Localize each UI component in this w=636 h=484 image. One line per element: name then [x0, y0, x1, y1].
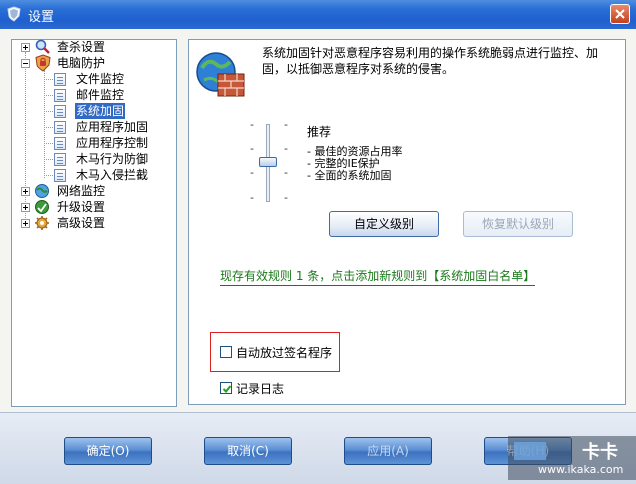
- expand-icon[interactable]: [21, 203, 30, 212]
- document-icon: [54, 137, 66, 150]
- document-icon: [54, 73, 66, 86]
- document-icon: [54, 153, 66, 166]
- watermark: 卡卡 www.ikaka.com: [508, 436, 636, 480]
- window-title: 设置: [28, 10, 55, 25]
- slider-thumb[interactable]: [259, 157, 277, 167]
- watermark-url: www.ikaka.com: [538, 463, 624, 476]
- tree-item-label: 文件监控: [76, 72, 125, 86]
- tree-item-label: 升级设置: [57, 200, 106, 214]
- ok-button[interactable]: 确定(O): [64, 437, 152, 465]
- tree-item-pc-protection[interactable]: 电脑防护: [20, 54, 170, 72]
- tree-item-update-settings[interactable]: 升级设置: [20, 199, 170, 215]
- add-whitelist-rule-link[interactable]: 现存有效规则 1 条，点击添加新规则到【系统加固白名单】: [220, 267, 536, 286]
- custom-level-button[interactable]: 自定义级别: [329, 211, 439, 237]
- tree-item-label: 应用程序加固: [76, 120, 149, 134]
- tree-connector: [44, 127, 53, 129]
- level-feature: - 全面的系统加固: [307, 169, 392, 182]
- slider-tick: -: [284, 191, 288, 204]
- hardening-description: 系统加固针对恶意程序容易利用的操作系统脆弱点进行监控、加固，以抵御恶意程序对系统…: [262, 46, 599, 76]
- tree-item-label: 查杀设置: [57, 40, 106, 54]
- apply-button[interactable]: 应用(A): [344, 437, 432, 465]
- tree-item-file-monitor[interactable]: 文件监控: [54, 71, 170, 87]
- slider-tick: -: [284, 142, 288, 155]
- update-globe-icon: [35, 200, 49, 214]
- tree-item-label: 高级设置: [57, 216, 106, 230]
- tree-item-scan-settings[interactable]: 查杀设置: [20, 39, 170, 55]
- expand-icon[interactable]: [21, 43, 30, 52]
- tree-connector: [44, 70, 46, 178]
- gear-icon: [35, 216, 49, 230]
- tree-item-system-hardening[interactable]: 系统加固: [54, 103, 170, 119]
- settings-window: 设置 查杀设置 电脑防护 文件监控 邮件监控 系统加固 应用程序加固 应用程序控…: [0, 0, 636, 484]
- slider-tick: -: [284, 166, 288, 179]
- tree-item-label: 木马入侵拦截: [76, 168, 149, 182]
- tree-item-label: 木马行为防御: [76, 152, 149, 166]
- expand-icon[interactable]: [21, 187, 30, 196]
- restore-default-button[interactable]: 恢复默认级别: [463, 211, 573, 237]
- tree-item-network-monitor[interactable]: 网络监控: [20, 183, 170, 199]
- slider-tick: -: [284, 118, 288, 131]
- tree-connector: [44, 111, 53, 113]
- magnifier-icon: [35, 39, 50, 54]
- document-icon: [54, 89, 66, 102]
- slider-tick: -: [250, 142, 254, 155]
- document-icon: [54, 105, 66, 118]
- tree-item-app-hardening[interactable]: 应用程序加固: [54, 119, 170, 135]
- slider-tick: -: [250, 166, 254, 179]
- slider-tick: -: [250, 118, 254, 131]
- tree-item-label: 邮件监控: [76, 88, 125, 102]
- tree-connector: [44, 95, 53, 97]
- tree-item-mail-monitor[interactable]: 邮件监控: [54, 87, 170, 103]
- expand-icon[interactable]: [21, 219, 30, 228]
- log-label[interactable]: 记录日志: [236, 380, 284, 397]
- tree-item-label-selected: 系统加固: [75, 103, 126, 119]
- tree-item-trojan-behavior[interactable]: 木马行为防御: [54, 151, 170, 167]
- tree-connector: [44, 175, 53, 177]
- tree-item-label: 网络监控: [57, 184, 106, 198]
- watermark-brand: 卡卡: [582, 442, 618, 463]
- document-icon: [54, 121, 66, 134]
- close-icon: [615, 9, 625, 19]
- collapse-icon[interactable]: [21, 59, 30, 68]
- tree-item-label: 电脑防护: [57, 56, 106, 70]
- document-icon: [54, 169, 66, 182]
- tree-item-app-control[interactable]: 应用程序控制: [54, 135, 170, 151]
- shield-app-icon: [7, 6, 21, 22]
- tree-item-trojan-intrusion[interactable]: 木马入侵拦截: [54, 167, 170, 183]
- tree-connector: [44, 159, 53, 161]
- tree-item-advanced-settings[interactable]: 高级设置: [20, 215, 170, 231]
- cancel-button[interactable]: 取消(C): [204, 437, 292, 465]
- close-button[interactable]: [610, 4, 630, 24]
- log-checkbox[interactable]: [220, 382, 232, 394]
- shield-lock-icon: [35, 54, 51, 72]
- level-title: 推荐: [307, 125, 332, 139]
- firewall-globe-icon: [196, 52, 245, 97]
- title-bar[interactable]: 设置: [0, 0, 636, 30]
- slider-tick: -: [250, 191, 254, 204]
- level-feature-list: - 最佳的资源占用率 - 完整的IE保护 - 全面的系统加固: [307, 146, 402, 182]
- checkmark-icon: [222, 385, 232, 393]
- network-globe-icon: [35, 184, 49, 198]
- auto-skip-signed-label[interactable]: 自动放过签名程序: [236, 344, 332, 361]
- tree-connector: [44, 79, 53, 81]
- tree-connector: [44, 143, 53, 145]
- tree-item-label: 应用程序控制: [76, 136, 149, 150]
- auto-skip-signed-checkbox[interactable]: [220, 346, 232, 358]
